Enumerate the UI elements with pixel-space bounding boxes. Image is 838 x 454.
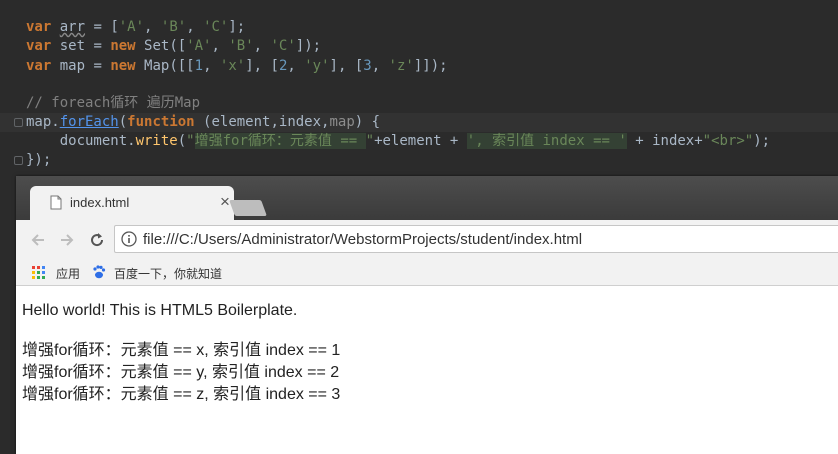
address-bar[interactable]: file:///C:/Users/Administrator/WebstormP… (114, 225, 838, 253)
baidu-paw-icon (93, 265, 106, 279)
output-line-1: 增强for循环：元素值 == x, 索引值 index == 1 (22, 342, 341, 359)
info-icon[interactable] (121, 231, 137, 247)
code-comment[interactable]: // foreach循环 遍历Map (26, 94, 200, 113)
apps-label: 应用 (56, 267, 81, 281)
url-text: file:///C:/Users/Administrator/WebstormP… (143, 231, 583, 248)
page-icon (50, 195, 62, 210)
code-line-3[interactable]: var map = new Map([[1, 'x'], [2, 'y'], [… (26, 57, 448, 76)
code-line-7[interactable]: }); (26, 151, 51, 170)
apps-grid-icon (32, 266, 45, 279)
code-line-6[interactable]: document.write("增强for循环：元素值 == "+element… (26, 132, 770, 151)
fold-marker-icon[interactable] (14, 118, 23, 127)
page-heading: Hello world! This is HTML5 Boilerplate. (22, 302, 298, 319)
output-line-3: 增强for循环：元素值 == z, 索引值 index == 3 (22, 386, 341, 403)
close-tab-icon[interactable]: × (220, 192, 230, 212)
fold-marker-icon[interactable] (14, 156, 23, 165)
code-line-1[interactable]: var arr = ['A', 'B', 'C']; (26, 18, 245, 37)
baidu-label: 百度一下，你就知道 (114, 267, 223, 281)
code-editor[interactable]: var arr = ['A', 'B', 'C']; var set = new… (0, 0, 838, 180)
tab-title: index.html (70, 195, 130, 210)
forward-arrow-icon[interactable] (59, 232, 75, 248)
output-line-2: 增强for循环：元素值 == y, 索引值 index == 2 (22, 364, 340, 381)
new-tab-button[interactable] (229, 200, 267, 216)
code-line-2[interactable]: var set = new Set(['A', 'B', 'C']); (26, 37, 321, 56)
browser-titlebar: index.html × (16, 176, 838, 220)
page-content: Hello world! This is HTML5 Boilerplate. … (16, 286, 838, 454)
reload-icon[interactable] (88, 231, 106, 249)
back-arrow-icon[interactable] (30, 232, 46, 248)
tab-index-html[interactable]: index.html × (30, 186, 234, 220)
browser-window: index.html × file:///C:/Users/Administra… (16, 176, 838, 454)
code-line-5[interactable]: map.forEach(function (element,index,map)… (26, 113, 380, 132)
browser-toolbar: file:///C:/Users/Administrator/WebstormP… (16, 220, 838, 260)
bookmarks-bar: 应用 百度一下，你就知道 (16, 260, 838, 286)
